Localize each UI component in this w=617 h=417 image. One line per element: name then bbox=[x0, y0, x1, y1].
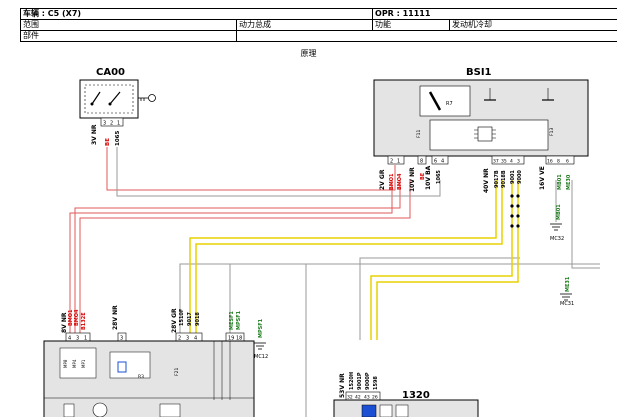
svg-text:8: 8 bbox=[557, 159, 560, 165]
svg-text:BMO4: BMO4 bbox=[74, 309, 80, 326]
bsi-40v-label: 40V NR bbox=[483, 168, 490, 193]
svg-text:6: 6 bbox=[434, 159, 437, 165]
svg-text:BMO1: BMO1 bbox=[389, 173, 395, 190]
svg-text:16: 16 bbox=[547, 159, 553, 165]
svg-text:9017: 9017 bbox=[187, 312, 193, 326]
bsi-10v-ba-label: 10V BA bbox=[425, 165, 432, 190]
ground-mc31: ME31 MC31 bbox=[560, 276, 574, 307]
svg-text:MB01: MB01 bbox=[557, 174, 563, 190]
svg-text:F11: F11 bbox=[416, 130, 422, 138]
wiring-diagram: CA00 3 2 1 3V NR BE 1065 BSI1 R7 F11 F13… bbox=[43, 67, 600, 417]
svg-text:R7: R7 bbox=[446, 101, 453, 107]
ecu-component: 8V NR BMO1 BMO4 B132E 4 3 1 28V NR 3 28V… bbox=[43, 305, 255, 417]
key-icon bbox=[138, 94, 156, 102]
bsi1-component: BSI1 R7 F11 F13 2 1 8 6 4 37 35 4 3 16 8… bbox=[373, 67, 589, 193]
svg-text:4: 4 bbox=[510, 159, 513, 165]
svg-text:9000P: 9000P bbox=[365, 372, 371, 390]
ca00-connector-label: 3V NR bbox=[91, 124, 98, 145]
svg-text:R3: R3 bbox=[138, 374, 144, 380]
ground-mc12: MPSF1 MC12 bbox=[254, 318, 268, 360]
svg-text:37: 37 bbox=[493, 159, 499, 165]
bsi-2v-label: 2V GR bbox=[379, 169, 386, 190]
svg-text:1510F: 1510F bbox=[179, 309, 185, 326]
svg-text:1: 1 bbox=[117, 121, 120, 127]
svg-text:F21: F21 bbox=[174, 368, 180, 376]
ca00-component: CA00 3 2 1 3V NR BE 1065 bbox=[79, 67, 156, 146]
svg-text:8V NR: 8V NR bbox=[61, 312, 68, 333]
svg-text:4: 4 bbox=[441, 159, 444, 165]
svg-text:MP8: MP8 bbox=[63, 359, 68, 368]
svg-text:9001: 9001 bbox=[510, 170, 516, 184]
svg-text:BE: BE bbox=[105, 138, 111, 146]
svg-text:53V NR: 53V NR bbox=[339, 373, 346, 398]
svg-text:MESF1: MESF1 bbox=[229, 311, 235, 330]
svg-text:MP1: MP1 bbox=[81, 359, 86, 368]
svg-text:MC32: MC32 bbox=[550, 236, 564, 242]
svg-text:9001P: 9001P bbox=[357, 372, 363, 390]
ca00-title: CA00 bbox=[96, 67, 125, 78]
svg-text:9018: 9018 bbox=[195, 312, 201, 326]
svg-text:9018B: 9018B bbox=[501, 170, 507, 188]
svg-text:ME31: ME31 bbox=[565, 276, 571, 292]
svg-text:1: 1 bbox=[397, 159, 400, 165]
ground-mc32: MB01 MC32 bbox=[550, 204, 564, 242]
svg-text:MC12: MC12 bbox=[254, 354, 268, 360]
svg-text:2: 2 bbox=[110, 121, 113, 127]
svg-text:1065: 1065 bbox=[436, 170, 442, 184]
c1320-title: 1320 bbox=[402, 390, 430, 401]
c1320-component: 53V NR 1520H 9001P 9000P 1598 32 42 43 2… bbox=[333, 372, 479, 417]
svg-text:MPSF1: MPSF1 bbox=[258, 318, 264, 338]
svg-text:9017B: 9017B bbox=[494, 170, 500, 188]
svg-text:28V GR: 28V GR bbox=[171, 308, 178, 333]
svg-text:1598: 1598 bbox=[373, 376, 379, 390]
svg-text:MC31: MC31 bbox=[560, 301, 574, 307]
bsi-16v-label: 16V VE bbox=[539, 166, 546, 190]
svg-text:BMO4: BMO4 bbox=[397, 173, 403, 190]
svg-text:8: 8 bbox=[420, 159, 423, 165]
svg-text:ME30: ME30 bbox=[566, 174, 572, 190]
svg-text:3: 3 bbox=[517, 159, 520, 165]
svg-text:F13: F13 bbox=[549, 128, 555, 136]
bsi-10v-nr-label: 10V NR bbox=[409, 167, 416, 192]
svg-text:B132E: B132E bbox=[81, 312, 87, 330]
bsi1-title: BSI1 bbox=[466, 67, 492, 78]
svg-text:35: 35 bbox=[501, 159, 507, 165]
svg-text:2: 2 bbox=[390, 159, 393, 165]
svg-text:MB01: MB01 bbox=[556, 204, 562, 220]
svg-text:1065: 1065 bbox=[115, 131, 121, 146]
svg-text:MPSF1: MPSF1 bbox=[236, 310, 242, 330]
svg-text:1520H: 1520H bbox=[349, 372, 355, 390]
svg-text:28V NR: 28V NR bbox=[112, 305, 119, 330]
svg-text:MP4: MP4 bbox=[72, 359, 77, 368]
svg-text:6: 6 bbox=[566, 159, 569, 165]
svg-text:9000: 9000 bbox=[517, 170, 523, 184]
svg-text:3: 3 bbox=[103, 121, 106, 127]
